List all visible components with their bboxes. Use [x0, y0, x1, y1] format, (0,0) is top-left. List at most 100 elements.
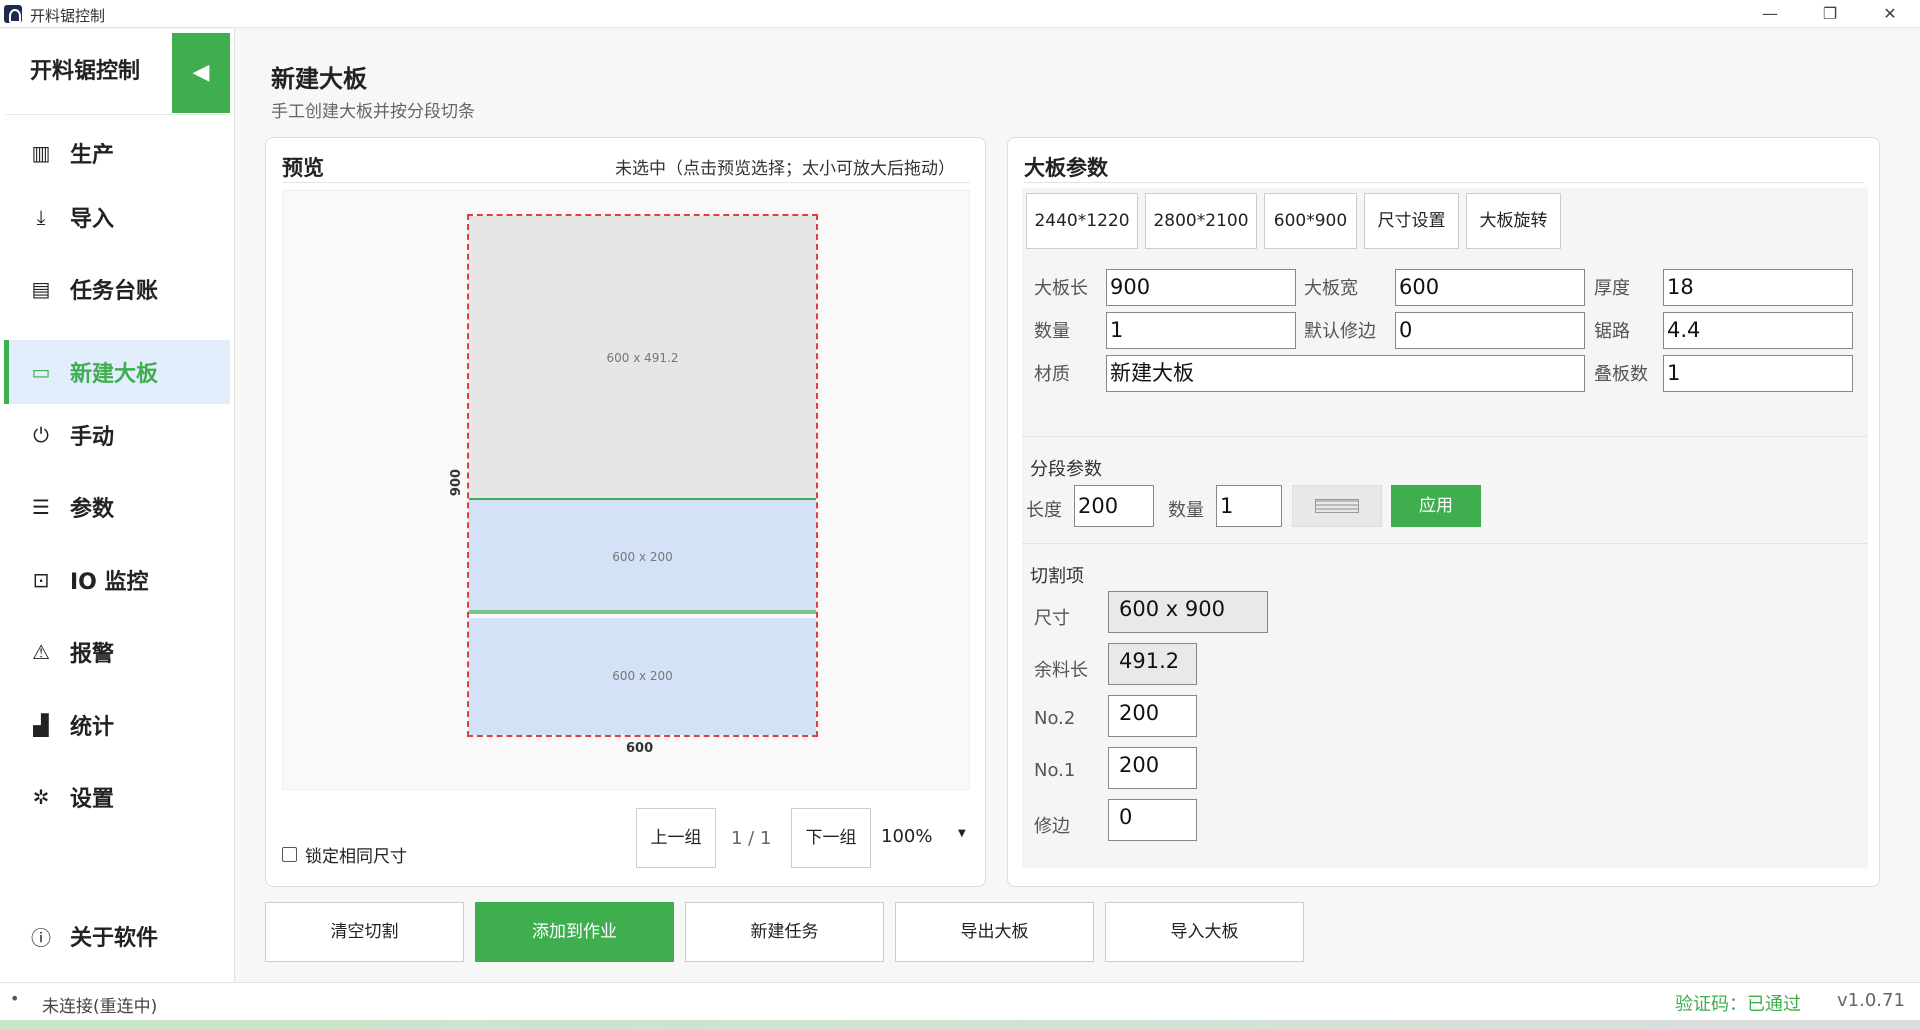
- no1-input[interactable]: 200: [1108, 747, 1197, 789]
- board-width-input[interactable]: 600: [1395, 269, 1585, 306]
- nav-item-task-ledger[interactable]: ▤ 任务台账: [4, 257, 230, 321]
- board-length-input[interactable]: 900: [1106, 269, 1296, 306]
- nav-item-production[interactable]: ▥ 生产: [4, 121, 230, 185]
- export-board-button[interactable]: 导出大板: [895, 902, 1094, 962]
- segment-length-label: 长度: [1026, 500, 1062, 521]
- stack-label: 叠板数: [1594, 364, 1648, 385]
- nav-label: 关于软件: [70, 926, 159, 951]
- preset-2440x1220-button[interactable]: 2440*1220: [1026, 193, 1138, 249]
- maximize-button[interactable]: ❐: [1800, 0, 1860, 28]
- nav-label: 报警: [70, 642, 115, 667]
- nav-item-manual[interactable]: ⏻ 手动: [4, 403, 230, 467]
- document-icon: ▤: [31, 277, 51, 301]
- main-content: 新建大板 手工创建大板并按分段切条 预览 未选中（点击预览选择；太小可放大后拖动…: [236, 29, 1920, 982]
- no1-label: No.1: [1034, 760, 1076, 781]
- nav-item-settings[interactable]: ✲ 设置: [4, 765, 230, 829]
- nav-item-params[interactable]: ☰ 参数: [4, 475, 230, 539]
- nav-item-io-monitor[interactable]: ⊡ IO 监控: [4, 548, 230, 612]
- download-icon: ⤓: [36, 205, 46, 229]
- board-outline[interactable]: 600 x 491.2 600 x 200 600 x 200: [467, 214, 818, 737]
- size-label: 尺寸: [1034, 608, 1070, 629]
- info-icon: ⓘ: [31, 925, 51, 950]
- stack-count-input[interactable]: 1: [1663, 355, 1853, 392]
- no2-label: No.2: [1034, 708, 1076, 729]
- cut-segment-2[interactable]: 600 x 200: [469, 500, 816, 614]
- version-label: v1.0.71: [1837, 990, 1905, 1011]
- add-to-job-button[interactable]: 添加到作业: [475, 902, 674, 962]
- remnant-segment[interactable]: 600 x 491.2: [469, 216, 816, 500]
- nav-label: IO 监控: [70, 570, 149, 595]
- preset-2800x2100-button[interactable]: 2800*2100: [1145, 193, 1257, 249]
- connection-status: 未连接(重连中): [42, 997, 158, 1017]
- sliders-icon: ☰: [32, 495, 50, 519]
- material-label: 材质: [1034, 364, 1070, 385]
- prev-group-button[interactable]: 上一组: [636, 808, 716, 868]
- kerf-input[interactable]: 4.4: [1663, 312, 1853, 349]
- cut-segment-1[interactable]: 600 x 200: [469, 618, 816, 735]
- segment-qty-input[interactable]: 1: [1216, 485, 1282, 527]
- kerf-label: 锯路: [1594, 321, 1630, 342]
- chip-icon: ⊡: [32, 568, 50, 592]
- keyboard-button[interactable]: [1292, 485, 1382, 527]
- status-bar: • 未连接(重连中) 验证码：已通过 v1.0.71: [0, 982, 1920, 1020]
- nav-item-import[interactable]: ⤓ 导入: [4, 185, 230, 249]
- default-trim-input[interactable]: 0: [1395, 312, 1585, 349]
- collapse-sidebar-button[interactable]: ◀: [172, 33, 230, 113]
- minimize-button[interactable]: —: [1740, 0, 1800, 28]
- nav-label: 任务台账: [70, 279, 159, 304]
- nav-item-alarm[interactable]: ⚠ 报警: [4, 620, 230, 684]
- preset-600x900-button[interactable]: 600*900: [1264, 193, 1357, 249]
- warning-icon: ⚠: [32, 640, 50, 664]
- bar-chart-icon: ▟: [33, 713, 49, 737]
- lock-same-size-checkbox[interactable]: 锁定相同尺寸: [282, 842, 407, 867]
- qty-input[interactable]: 1: [1106, 312, 1296, 349]
- trim-input[interactable]: 0: [1108, 799, 1197, 841]
- checkbox-box[interactable]: [282, 847, 297, 862]
- params-divider: [1024, 182, 1864, 183]
- nav-label: 导入: [70, 207, 115, 232]
- preview-title: 预览: [282, 156, 324, 180]
- power-icon: ⏻: [33, 423, 49, 447]
- preview-canvas[interactable]: 600 x 491.2 600 x 200 600 x 200 600 900: [282, 190, 970, 790]
- remnant-readout: 491.2: [1108, 643, 1197, 685]
- board-params-panel: 大板参数 2440*1220 2800*2100 600*900 尺寸设置 大板…: [1007, 137, 1880, 887]
- nav-item-statistics[interactable]: ▟ 统计: [4, 693, 230, 757]
- material-input[interactable]: 新建大板: [1106, 355, 1585, 392]
- trim-label: 修边: [1034, 816, 1070, 837]
- board-length-label: 900: [449, 468, 465, 497]
- qty-label: 数量: [1034, 321, 1070, 342]
- rotate-board-button[interactable]: 大板旋转: [1466, 193, 1561, 249]
- nav-item-new-board[interactable]: ▭ 新建大板: [4, 340, 230, 404]
- status-dot-icon: •: [10, 989, 20, 1008]
- thickness-input[interactable]: 18: [1663, 269, 1853, 306]
- segment-params-title: 分段参数: [1030, 459, 1102, 480]
- preview-divider: [282, 182, 970, 183]
- group-page-indicator: 1 / 1: [731, 828, 772, 849]
- close-button[interactable]: ✕: [1860, 0, 1920, 28]
- page-subtitle: 手工创建大板并按分段切条: [271, 102, 475, 122]
- new-task-button[interactable]: 新建任务: [685, 902, 884, 962]
- nav-label: 参数: [70, 497, 115, 522]
- zoom-select[interactable]: 100%: [881, 826, 932, 847]
- next-group-button[interactable]: 下一组: [791, 808, 871, 868]
- preview-hint: 未选中（点击预览选择；太小可放大后拖动）: [615, 159, 955, 179]
- clear-cuts-button[interactable]: 清空切割: [265, 902, 464, 962]
- page-title: 新建大板: [271, 65, 367, 93]
- segment-length-input[interactable]: 200: [1074, 485, 1154, 527]
- cut-items-title: 切割项: [1030, 566, 1084, 587]
- verify-status: 验证码：已通过: [1675, 994, 1801, 1015]
- params-title: 大板参数: [1024, 156, 1108, 180]
- size-settings-button[interactable]: 尺寸设置: [1364, 193, 1459, 249]
- nav-label: 统计: [70, 715, 115, 740]
- nav-label: 手动: [70, 425, 115, 450]
- board-width-label: 600: [626, 741, 654, 756]
- nav-item-about[interactable]: ⓘ 关于软件: [4, 904, 230, 968]
- size-readout: 600 x 900: [1108, 591, 1268, 633]
- no2-input[interactable]: 200: [1108, 695, 1197, 737]
- nav-label: 设置: [70, 787, 115, 812]
- import-board-button[interactable]: 导入大板: [1105, 902, 1304, 962]
- chevron-down-icon[interactable]: ▼: [958, 828, 966, 839]
- apply-button[interactable]: 应用: [1391, 485, 1481, 527]
- length-label: 大板长: [1034, 278, 1088, 299]
- segment-qty-label: 数量: [1168, 500, 1204, 521]
